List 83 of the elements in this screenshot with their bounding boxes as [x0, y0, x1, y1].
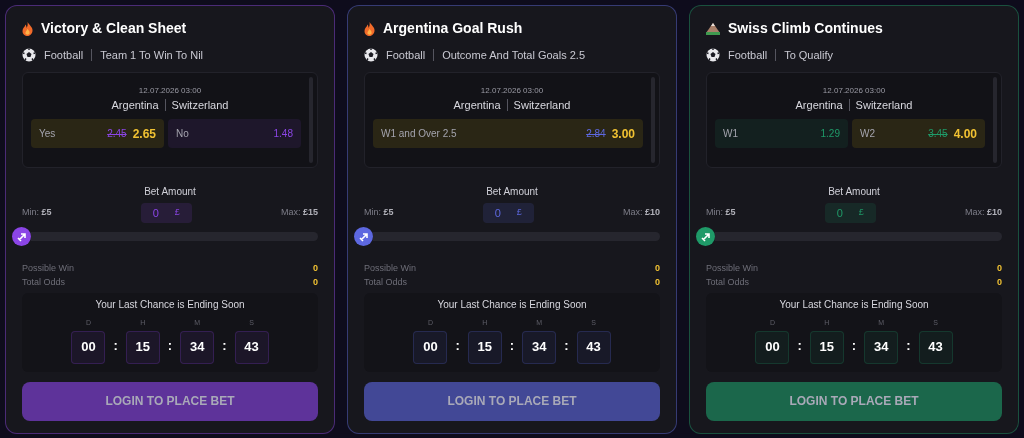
- amount-field[interactable]: 0 £: [140, 203, 192, 224]
- time-separator: :: [167, 337, 173, 356]
- bet-amount-label: Bet Amount: [828, 185, 880, 200]
- market-label: To Qualify: [784, 48, 834, 63]
- football-icon: [22, 48, 36, 63]
- time-value: 43: [234, 330, 269, 364]
- match-date: 12.07.2026 03:00: [822, 84, 886, 97]
- card-title: Argentina Goal Rush: [383, 19, 523, 38]
- time-value: 43: [576, 330, 611, 364]
- odds-button[interactable]: Yes 2.45 2.65: [31, 119, 164, 148]
- sport-label: Football: [728, 48, 768, 63]
- possible-win-label: Possible Win: [364, 262, 417, 276]
- team-name: Switzerland: [171, 97, 229, 113]
- max-amount: Max: £10: [964, 206, 1002, 220]
- time-value: 34: [864, 330, 899, 364]
- flame-icon: [22, 21, 33, 36]
- match-date: 12.07.2026 03:00: [138, 84, 202, 97]
- football-icon: [706, 48, 720, 63]
- amount-field[interactable]: 0 £: [482, 203, 534, 224]
- time-separator: :: [851, 337, 857, 356]
- time-value: 43: [918, 330, 953, 364]
- time-value: 00: [413, 330, 448, 364]
- slider-handle[interactable]: [696, 227, 715, 247]
- possible-win-label: Possible Win: [22, 262, 75, 276]
- time-value: 00: [71, 330, 106, 364]
- time-separator: :: [906, 337, 911, 356]
- countdown-title: Your Last Chance is Ending Soon: [437, 298, 587, 313]
- possible-win-value: 0: [997, 262, 1002, 276]
- countdown-title: Your Last Chance is Ending Soon: [95, 298, 245, 313]
- match-date: 12.07.2026 03:00: [480, 84, 544, 97]
- bet-amount-label: Bet Amount: [486, 185, 538, 200]
- sport-label: Football: [44, 48, 84, 63]
- time-separator: :: [222, 337, 227, 356]
- total-odds-value: 0: [655, 275, 660, 289]
- odds-button[interactable]: W2 3.45 4.00: [852, 119, 985, 148]
- possible-win-value: 0: [313, 262, 318, 276]
- market-label: Team 1 To Win To Nil: [100, 48, 204, 63]
- login-button[interactable]: LOGIN TO PLACE BET: [22, 381, 318, 421]
- time-value: 15: [467, 330, 502, 364]
- odds-button[interactable]: W1 1.29: [715, 119, 848, 148]
- min-amount: Min: £5: [22, 206, 52, 220]
- time-separator: :: [509, 337, 515, 356]
- team-name: Switzerland: [513, 97, 571, 113]
- total-odds-value: 0: [997, 275, 1002, 289]
- max-amount: Max: £15: [280, 206, 318, 220]
- mountain-icon: [706, 22, 720, 35]
- min-amount: Min: £5: [706, 206, 736, 220]
- team-name: Switzerland: [855, 97, 913, 113]
- odds-button[interactable]: W1 and Over 2.5 2.84 3.00: [373, 119, 643, 148]
- time-value: 00: [755, 330, 790, 364]
- time-value: 15: [809, 330, 844, 364]
- bet-amount-label: Bet Amount: [144, 185, 196, 200]
- countdown-title: Your Last Chance is Ending Soon: [779, 298, 929, 313]
- possible-win-value: 0: [655, 262, 660, 276]
- time-separator: :: [797, 337, 802, 356]
- football-icon: [364, 48, 378, 63]
- card-title: Victory & Clean Sheet: [41, 19, 187, 38]
- team-name: Argentina: [453, 97, 501, 113]
- total-odds-label: Total Odds: [706, 275, 750, 289]
- card-title: Swiss Climb Continues: [728, 19, 883, 38]
- total-odds-value: 0: [313, 275, 318, 289]
- team-name: Argentina: [795, 97, 843, 113]
- odds-button[interactable]: No 1.48: [168, 119, 301, 148]
- login-button[interactable]: LOGIN TO PLACE BET: [364, 381, 660, 421]
- market-label: Outcome And Total Goals 2.5: [442, 48, 586, 63]
- total-odds-label: Total Odds: [364, 275, 408, 289]
- slider-handle[interactable]: [354, 227, 373, 247]
- min-amount: Min: £5: [364, 206, 394, 220]
- time-separator: :: [455, 337, 460, 356]
- time-separator: :: [564, 337, 569, 356]
- flame-icon: [364, 21, 375, 36]
- team-name: Argentina: [111, 97, 159, 113]
- time-value: 34: [180, 330, 215, 364]
- time-value: 34: [522, 330, 557, 364]
- login-button[interactable]: LOGIN TO PLACE BET: [706, 381, 1002, 421]
- sport-label: Football: [386, 48, 426, 63]
- max-amount: Max: £10: [622, 206, 660, 220]
- amount-field[interactable]: 0 £: [824, 203, 876, 224]
- total-odds-label: Total Odds: [22, 275, 66, 289]
- time-value: 15: [125, 330, 160, 364]
- time-separator: :: [113, 337, 118, 356]
- possible-win-label: Possible Win: [706, 262, 759, 276]
- slider-handle[interactable]: [12, 227, 31, 247]
